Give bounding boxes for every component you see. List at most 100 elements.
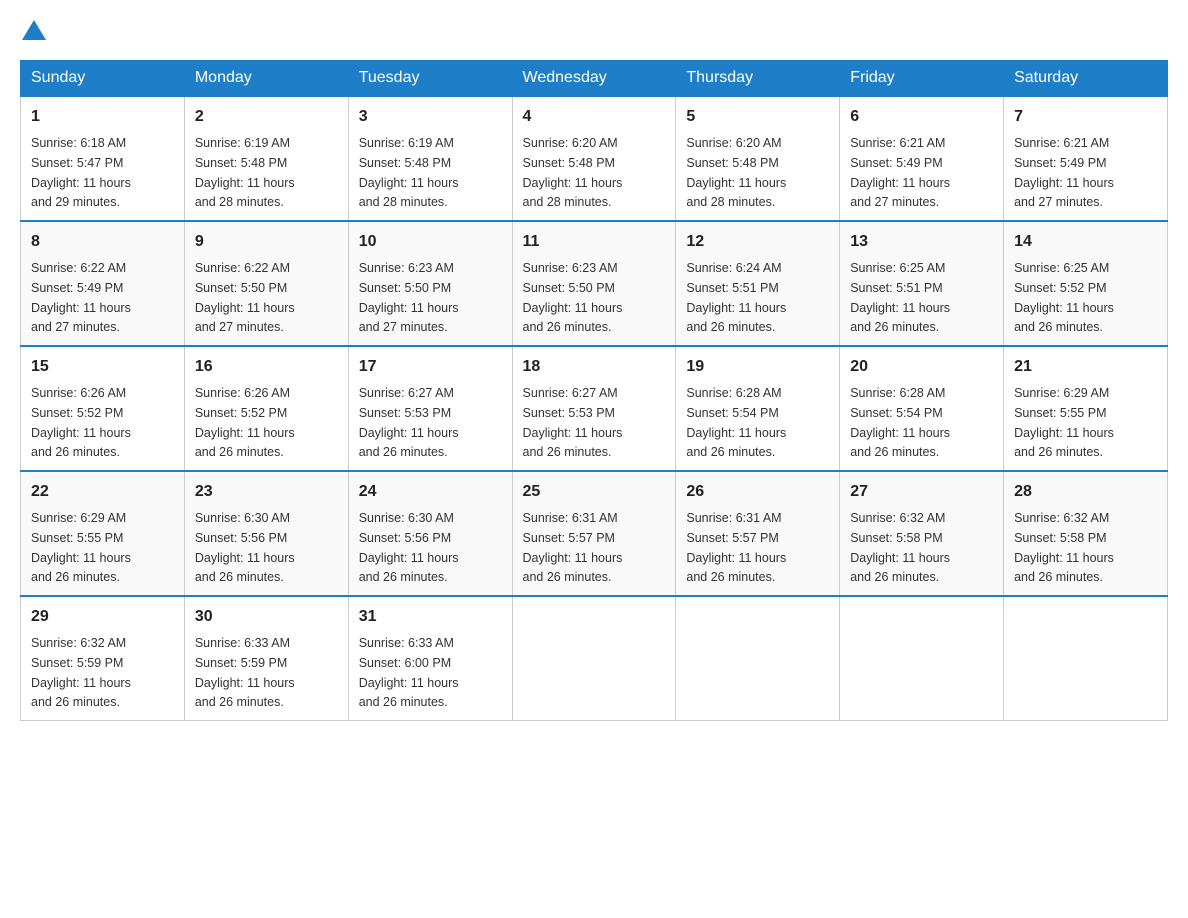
day-info: Sunrise: 6:23 AMSunset: 5:50 PMDaylight:…: [359, 261, 459, 334]
day-number: 15: [31, 355, 174, 379]
day-number: 7: [1014, 105, 1157, 129]
day-info: Sunrise: 6:21 AMSunset: 5:49 PMDaylight:…: [850, 136, 950, 209]
day-number: 20: [850, 355, 993, 379]
day-info: Sunrise: 6:28 AMSunset: 5:54 PMDaylight:…: [686, 386, 786, 459]
calendar-cell: 14 Sunrise: 6:25 AMSunset: 5:52 PMDaylig…: [1004, 221, 1168, 346]
day-info: Sunrise: 6:22 AMSunset: 5:49 PMDaylight:…: [31, 261, 131, 334]
calendar-cell: [676, 596, 840, 721]
day-info: Sunrise: 6:19 AMSunset: 5:48 PMDaylight:…: [195, 136, 295, 209]
calendar-cell: 31 Sunrise: 6:33 AMSunset: 6:00 PMDaylig…: [348, 596, 512, 721]
calendar-cell: [840, 596, 1004, 721]
day-number: 10: [359, 230, 502, 254]
day-info: Sunrise: 6:21 AMSunset: 5:49 PMDaylight:…: [1014, 136, 1114, 209]
calendar-cell: 28 Sunrise: 6:32 AMSunset: 5:58 PMDaylig…: [1004, 471, 1168, 596]
column-header-tuesday: Tuesday: [348, 61, 512, 97]
day-number: 29: [31, 605, 174, 629]
day-number: 24: [359, 480, 502, 504]
week-row-3: 15 Sunrise: 6:26 AMSunset: 5:52 PMDaylig…: [21, 346, 1168, 471]
day-info: Sunrise: 6:22 AMSunset: 5:50 PMDaylight:…: [195, 261, 295, 334]
calendar-cell: 13 Sunrise: 6:25 AMSunset: 5:51 PMDaylig…: [840, 221, 1004, 346]
logo: [20, 20, 48, 40]
day-number: 5: [686, 105, 829, 129]
day-number: 9: [195, 230, 338, 254]
day-info: Sunrise: 6:25 AMSunset: 5:52 PMDaylight:…: [1014, 261, 1114, 334]
day-number: 26: [686, 480, 829, 504]
day-info: Sunrise: 6:33 AMSunset: 6:00 PMDaylight:…: [359, 636, 459, 709]
day-number: 22: [31, 480, 174, 504]
day-info: Sunrise: 6:32 AMSunset: 5:58 PMDaylight:…: [850, 511, 950, 584]
week-row-5: 29 Sunrise: 6:32 AMSunset: 5:59 PMDaylig…: [21, 596, 1168, 721]
day-info: Sunrise: 6:19 AMSunset: 5:48 PMDaylight:…: [359, 136, 459, 209]
calendar-cell: 8 Sunrise: 6:22 AMSunset: 5:49 PMDayligh…: [21, 221, 185, 346]
day-info: Sunrise: 6:30 AMSunset: 5:56 PMDaylight:…: [195, 511, 295, 584]
calendar-cell: 18 Sunrise: 6:27 AMSunset: 5:53 PMDaylig…: [512, 346, 676, 471]
day-number: 27: [850, 480, 993, 504]
calendar-cell: 3 Sunrise: 6:19 AMSunset: 5:48 PMDayligh…: [348, 96, 512, 221]
day-info: Sunrise: 6:23 AMSunset: 5:50 PMDaylight:…: [523, 261, 623, 334]
calendar-cell: 30 Sunrise: 6:33 AMSunset: 5:59 PMDaylig…: [184, 596, 348, 721]
day-info: Sunrise: 6:24 AMSunset: 5:51 PMDaylight:…: [686, 261, 786, 334]
calendar-cell: 25 Sunrise: 6:31 AMSunset: 5:57 PMDaylig…: [512, 471, 676, 596]
calendar-cell: 1 Sunrise: 6:18 AMSunset: 5:47 PMDayligh…: [21, 96, 185, 221]
day-info: Sunrise: 6:27 AMSunset: 5:53 PMDaylight:…: [359, 386, 459, 459]
day-number: 25: [523, 480, 666, 504]
calendar-cell: 21 Sunrise: 6:29 AMSunset: 5:55 PMDaylig…: [1004, 346, 1168, 471]
day-info: Sunrise: 6:26 AMSunset: 5:52 PMDaylight:…: [195, 386, 295, 459]
column-header-wednesday: Wednesday: [512, 61, 676, 97]
header-row: SundayMondayTuesdayWednesdayThursdayFrid…: [21, 61, 1168, 97]
day-info: Sunrise: 6:29 AMSunset: 5:55 PMDaylight:…: [31, 511, 131, 584]
calendar-cell: 9 Sunrise: 6:22 AMSunset: 5:50 PMDayligh…: [184, 221, 348, 346]
day-number: 23: [195, 480, 338, 504]
day-info: Sunrise: 6:30 AMSunset: 5:56 PMDaylight:…: [359, 511, 459, 584]
day-number: 17: [359, 355, 502, 379]
day-info: Sunrise: 6:27 AMSunset: 5:53 PMDaylight:…: [523, 386, 623, 459]
calendar-cell: 5 Sunrise: 6:20 AMSunset: 5:48 PMDayligh…: [676, 96, 840, 221]
week-row-1: 1 Sunrise: 6:18 AMSunset: 5:47 PMDayligh…: [21, 96, 1168, 221]
logo-text: [20, 20, 48, 40]
calendar-cell: 6 Sunrise: 6:21 AMSunset: 5:49 PMDayligh…: [840, 96, 1004, 221]
day-number: 6: [850, 105, 993, 129]
day-number: 31: [359, 605, 502, 629]
calendar-cell: 19 Sunrise: 6:28 AMSunset: 5:54 PMDaylig…: [676, 346, 840, 471]
calendar-cell: 20 Sunrise: 6:28 AMSunset: 5:54 PMDaylig…: [840, 346, 1004, 471]
column-header-thursday: Thursday: [676, 61, 840, 97]
day-info: Sunrise: 6:18 AMSunset: 5:47 PMDaylight:…: [31, 136, 131, 209]
calendar-cell: 2 Sunrise: 6:19 AMSunset: 5:48 PMDayligh…: [184, 96, 348, 221]
column-header-sunday: Sunday: [21, 61, 185, 97]
day-number: 19: [686, 355, 829, 379]
column-header-friday: Friday: [840, 61, 1004, 97]
calendar-cell: [1004, 596, 1168, 721]
day-info: Sunrise: 6:26 AMSunset: 5:52 PMDaylight:…: [31, 386, 131, 459]
day-number: 8: [31, 230, 174, 254]
day-number: 1: [31, 105, 174, 129]
calendar-cell: 12 Sunrise: 6:24 AMSunset: 5:51 PMDaylig…: [676, 221, 840, 346]
day-number: 30: [195, 605, 338, 629]
day-number: 11: [523, 230, 666, 254]
day-info: Sunrise: 6:33 AMSunset: 5:59 PMDaylight:…: [195, 636, 295, 709]
day-info: Sunrise: 6:32 AMSunset: 5:59 PMDaylight:…: [31, 636, 131, 709]
day-number: 16: [195, 355, 338, 379]
calendar-cell: 16 Sunrise: 6:26 AMSunset: 5:52 PMDaylig…: [184, 346, 348, 471]
column-header-saturday: Saturday: [1004, 61, 1168, 97]
day-number: 4: [523, 105, 666, 129]
day-info: Sunrise: 6:20 AMSunset: 5:48 PMDaylight:…: [523, 136, 623, 209]
calendar-cell: 24 Sunrise: 6:30 AMSunset: 5:56 PMDaylig…: [348, 471, 512, 596]
week-row-2: 8 Sunrise: 6:22 AMSunset: 5:49 PMDayligh…: [21, 221, 1168, 346]
calendar-cell: 15 Sunrise: 6:26 AMSunset: 5:52 PMDaylig…: [21, 346, 185, 471]
day-number: 2: [195, 105, 338, 129]
day-info: Sunrise: 6:31 AMSunset: 5:57 PMDaylight:…: [686, 511, 786, 584]
calendar-cell: 4 Sunrise: 6:20 AMSunset: 5:48 PMDayligh…: [512, 96, 676, 221]
calendar-cell: 22 Sunrise: 6:29 AMSunset: 5:55 PMDaylig…: [21, 471, 185, 596]
day-number: 3: [359, 105, 502, 129]
day-number: 13: [850, 230, 993, 254]
calendar-cell: 23 Sunrise: 6:30 AMSunset: 5:56 PMDaylig…: [184, 471, 348, 596]
day-info: Sunrise: 6:25 AMSunset: 5:51 PMDaylight:…: [850, 261, 950, 334]
calendar-cell: 17 Sunrise: 6:27 AMSunset: 5:53 PMDaylig…: [348, 346, 512, 471]
day-number: 18: [523, 355, 666, 379]
column-header-monday: Monday: [184, 61, 348, 97]
day-info: Sunrise: 6:20 AMSunset: 5:48 PMDaylight:…: [686, 136, 786, 209]
calendar-cell: 29 Sunrise: 6:32 AMSunset: 5:59 PMDaylig…: [21, 596, 185, 721]
page-header: [20, 20, 1168, 40]
day-info: Sunrise: 6:29 AMSunset: 5:55 PMDaylight:…: [1014, 386, 1114, 459]
week-row-4: 22 Sunrise: 6:29 AMSunset: 5:55 PMDaylig…: [21, 471, 1168, 596]
